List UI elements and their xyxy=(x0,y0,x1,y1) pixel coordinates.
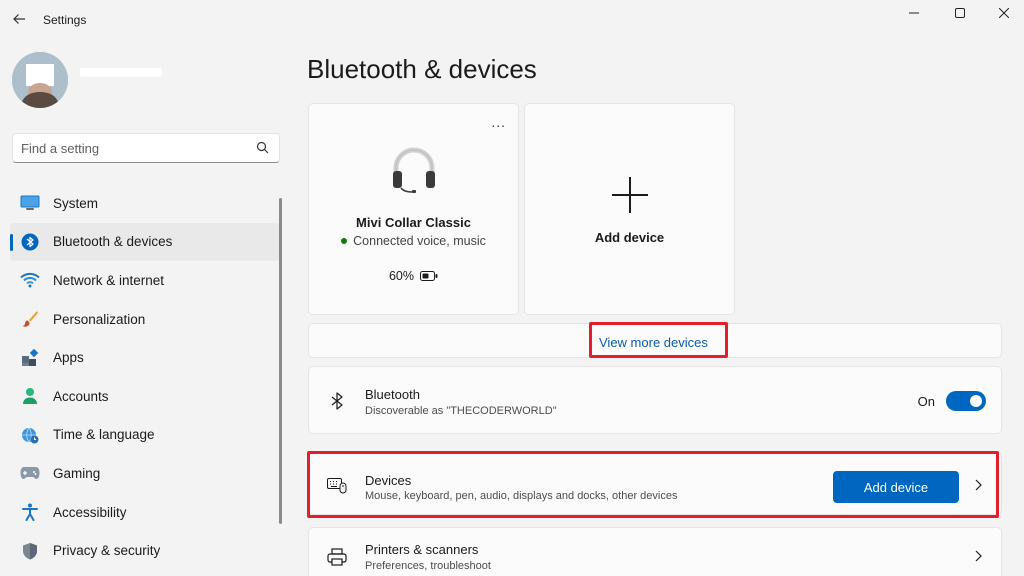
avatar[interactable] xyxy=(12,52,68,108)
person-icon xyxy=(20,386,40,406)
bluetooth-title: Bluetooth xyxy=(365,387,420,402)
sidebar-item-time-language[interactable]: Time & language xyxy=(10,416,280,455)
devices-title: Devices xyxy=(365,473,412,488)
printers-row[interactable]: Printers & scanners Preferences, trouble… xyxy=(308,527,1002,576)
battery-level: 60% xyxy=(388,269,415,283)
globe-clock-icon xyxy=(20,425,40,445)
minimize-button[interactable] xyxy=(891,0,937,26)
device-name: Mivi Collar Classic xyxy=(356,215,471,230)
chevron-right-icon xyxy=(972,478,984,492)
page-title: Bluetooth & devices xyxy=(307,54,537,84)
printers-subtitle: Preferences, troubleshoot xyxy=(365,560,491,572)
devices-subtitle: Mouse, keyboard, pen, audio, displays an… xyxy=(365,490,678,502)
bluetooth-subtitle: Discoverable as "THECODERWORLD" xyxy=(365,405,557,417)
gamepad-icon xyxy=(20,463,40,483)
device-card[interactable]: ... Mivi Collar Classic Connected voice,… xyxy=(308,103,519,315)
printers-title: Printers & scanners xyxy=(365,542,479,557)
connected-dot-icon xyxy=(341,237,348,244)
bluetooth-toggle-label: On xyxy=(917,394,935,409)
search-input[interactable] xyxy=(13,134,243,162)
title-bar: Settings xyxy=(0,0,1024,40)
search-box[interactable] xyxy=(12,133,280,163)
wifi-icon xyxy=(20,270,40,290)
battery-icon xyxy=(420,271,438,281)
minimize-icon xyxy=(909,12,919,14)
sidebar-scrollbar[interactable] xyxy=(279,198,282,524)
maximize-button[interactable] xyxy=(937,0,983,26)
sidebar-item-network[interactable]: Network & internet xyxy=(10,261,280,300)
brush-icon xyxy=(20,309,40,329)
bluetooth-row: Bluetooth Discoverable as "THECODERWORLD… xyxy=(308,366,1002,434)
sidebar-item-label: Privacy & security xyxy=(53,543,161,559)
sidebar-item-bluetooth-devices[interactable]: Bluetooth & devices xyxy=(10,222,280,262)
sidebar-item-apps[interactable]: Apps xyxy=(10,338,280,377)
sidebar-item-accessibility[interactable]: Accessibility xyxy=(10,493,280,532)
app-title: Settings xyxy=(43,13,87,27)
shield-icon xyxy=(20,541,40,561)
sidebar-item-label: Network & internet xyxy=(53,272,165,288)
sidebar-item-label: Accounts xyxy=(53,388,109,404)
device-status-text: Connected voice, music xyxy=(353,234,486,248)
view-more-bar: View more devices xyxy=(308,323,1002,358)
sidebar-item-label: System xyxy=(53,195,99,211)
battery-status: 60% xyxy=(309,269,518,283)
chevron-right-icon xyxy=(972,549,984,563)
apps-icon xyxy=(20,348,40,368)
user-photo-icon xyxy=(12,52,68,108)
add-device-card[interactable]: Add device xyxy=(524,103,735,315)
back-button[interactable] xyxy=(8,6,30,32)
close-button[interactable] xyxy=(981,0,1024,26)
maximize-icon xyxy=(955,8,965,18)
sidebar-item-label: Apps xyxy=(53,350,84,366)
more-options-button[interactable]: ... xyxy=(491,114,506,130)
devices-row[interactable]: Devices Mouse, keyboard, pen, audio, dis… xyxy=(308,453,1002,515)
sidebar-nav: System Bluetooth & devices Network & int… xyxy=(10,184,280,570)
plus-icon xyxy=(612,177,648,213)
bluetooth-icon xyxy=(327,391,347,411)
bluetooth-icon xyxy=(20,232,40,252)
printer-icon xyxy=(327,547,347,567)
keyboard-icon xyxy=(327,475,347,495)
sidebar-item-gaming[interactable]: Gaming xyxy=(10,454,280,493)
sidebar-item-label: Bluetooth & devices xyxy=(53,234,173,250)
sidebar-item-system[interactable]: System xyxy=(10,184,280,223)
back-arrow-icon xyxy=(13,14,25,24)
bluetooth-toggle[interactable] xyxy=(946,391,986,411)
sidebar-item-label: Accessibility xyxy=(53,504,127,520)
sidebar-item-label: Personalization xyxy=(53,311,146,327)
sidebar-item-label: Gaming xyxy=(53,465,101,481)
accessibility-icon xyxy=(20,502,40,522)
search-icon xyxy=(256,141,269,154)
add-device-button[interactable]: Add device xyxy=(833,471,959,503)
add-device-label: Add device xyxy=(594,230,665,245)
monitor-icon xyxy=(20,193,40,213)
device-status: Connected voice, music xyxy=(309,234,518,248)
close-icon xyxy=(999,8,1009,18)
sidebar-item-personalization[interactable]: Personalization xyxy=(10,300,280,339)
sidebar-item-privacy-security[interactable]: Privacy & security xyxy=(10,531,280,570)
view-more-devices-link[interactable]: View more devices xyxy=(599,335,708,350)
redacted-username xyxy=(80,68,162,77)
sidebar-item-accounts[interactable]: Accounts xyxy=(10,377,280,416)
sidebar-item-label: Time & language xyxy=(53,427,155,443)
headphones-icon xyxy=(393,147,435,193)
